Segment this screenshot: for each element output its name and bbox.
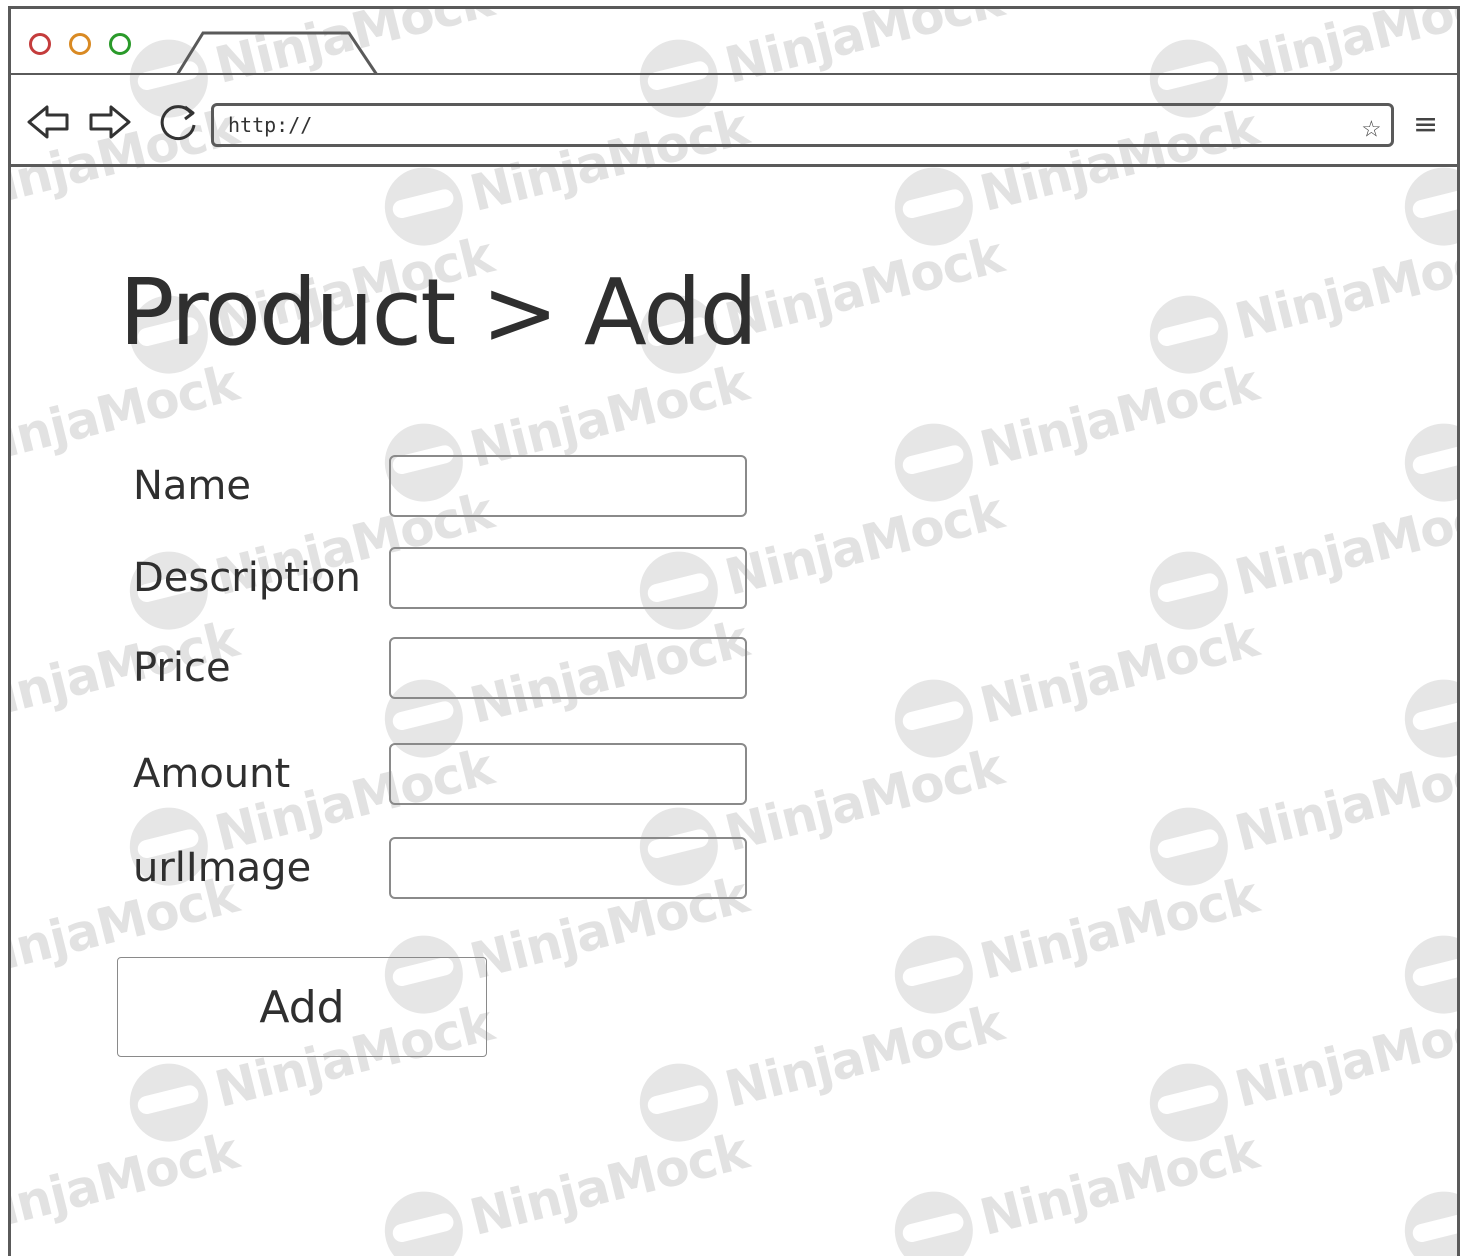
back-arrow-icon[interactable] bbox=[25, 99, 71, 145]
menu-icon[interactable]: ≡ bbox=[1413, 107, 1438, 142]
description-label: Description bbox=[133, 555, 361, 601]
page-title: Product > Add bbox=[119, 259, 758, 366]
amount-field[interactable] bbox=[389, 743, 747, 805]
description-field[interactable] bbox=[389, 547, 747, 609]
name-label: Name bbox=[133, 463, 252, 509]
star-icon[interactable]: ☆ bbox=[1362, 110, 1381, 142]
amount-label: Amount bbox=[133, 751, 291, 797]
maximize-window-icon[interactable] bbox=[109, 33, 131, 55]
forward-arrow-icon[interactable] bbox=[87, 99, 133, 145]
price-field[interactable] bbox=[389, 637, 747, 699]
minimize-window-icon[interactable] bbox=[69, 33, 91, 55]
name-field[interactable] bbox=[389, 455, 747, 517]
add-button[interactable]: Add bbox=[117, 957, 487, 1057]
price-label: Price bbox=[133, 645, 231, 691]
title-bar bbox=[11, 9, 1457, 75]
url-text: http:// bbox=[228, 113, 313, 137]
page-content: Product > Add Name Description Price Amo… bbox=[11, 167, 1457, 1257]
browser-window: NinjaMock NinjaMock NinjaMock NinjaMock Ninj… bbox=[8, 6, 1460, 1256]
url-input[interactable]: http:// ☆ bbox=[211, 103, 1394, 147]
close-window-icon[interactable] bbox=[29, 33, 51, 55]
refresh-icon[interactable] bbox=[155, 99, 201, 145]
url-image-field[interactable] bbox=[389, 837, 747, 899]
navigation-bar: http:// ☆ ≡ bbox=[11, 75, 1457, 167]
browser-tab[interactable] bbox=[171, 29, 381, 75]
url-image-label: urlImage bbox=[133, 845, 312, 891]
